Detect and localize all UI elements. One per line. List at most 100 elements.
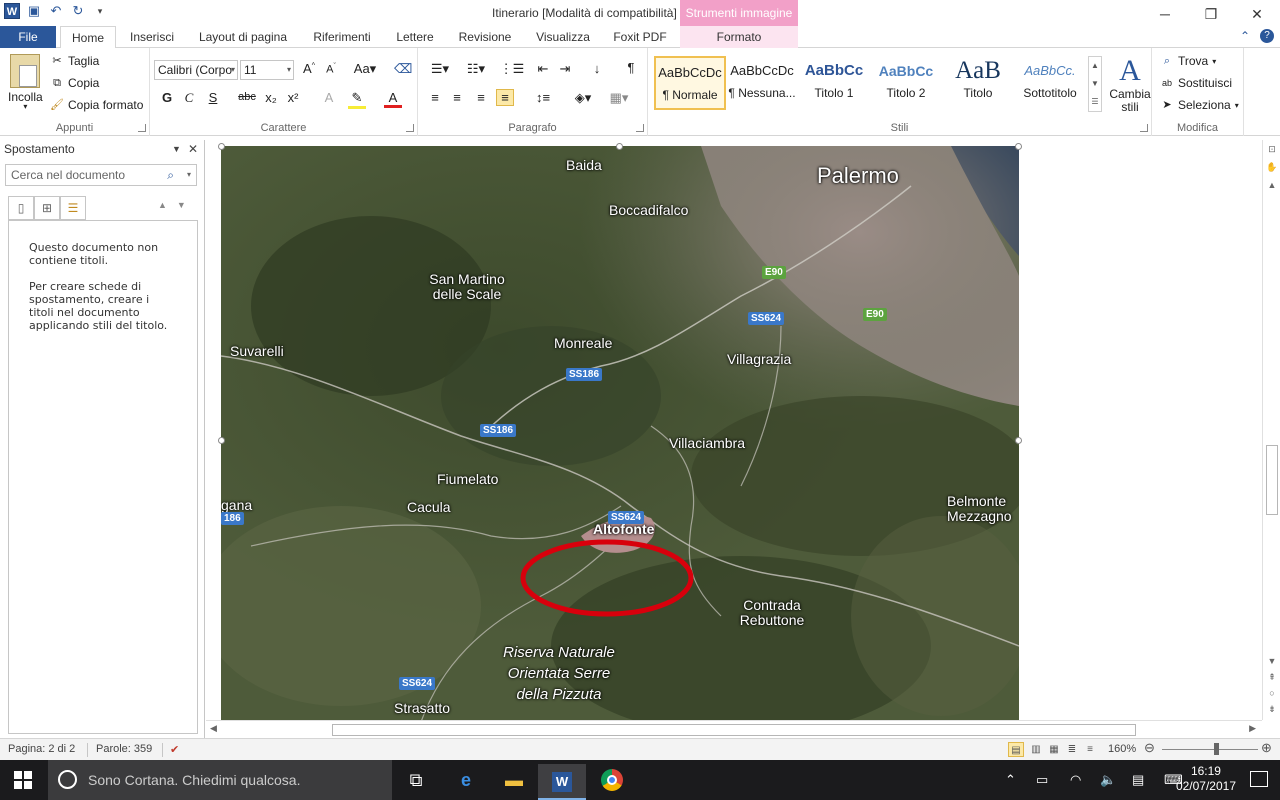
tab-file[interactable]: File [0,26,56,48]
line-spacing-icon[interactable]: ↕≡ [530,90,556,105]
tab-revisione[interactable]: Revisione [452,26,518,48]
tab-layout[interactable]: Layout di pagina [192,26,294,48]
pan-icon[interactable]: ✋ [1265,162,1279,173]
print-layout-icon[interactable]: ▤ [1008,742,1024,757]
browse-object-icon[interactable]: ○ [1265,688,1279,698]
shrink-font-icon[interactable]: Aˇ [322,63,340,76]
paste-button[interactable]: Incolla ▾ [8,54,43,111]
style-normal[interactable]: AaBbCcDc ¶ Normale [654,56,726,110]
strikethrough-button[interactable]: abc [236,91,258,103]
zoom-level[interactable]: 160% [1108,743,1136,755]
clipboard-launcher-icon[interactable] [138,124,146,132]
chrome-icon[interactable] [588,764,636,800]
highlight-icon[interactable]: ✎ [348,90,366,109]
tab-foxit[interactable]: Foxit PDF [608,26,672,48]
style-title[interactable]: AaB Titolo [942,56,1014,110]
wifi-icon[interactable]: ◠ [1070,772,1081,788]
bullets-icon[interactable]: ☰▾ [426,61,454,77]
collapse-ribbon-icon[interactable]: ⌃ [1240,29,1250,43]
outline-icon[interactable]: ≣ [1064,742,1080,757]
resize-handle[interactable] [1015,437,1022,444]
zoom-out-icon[interactable]: ⊖ [1144,740,1155,756]
volume-icon[interactable]: 🔈 [1100,772,1116,788]
task-view-icon[interactable]: ⧉ [392,764,440,800]
edge-icon[interactable]: e [442,764,490,800]
increase-indent-icon[interactable]: ⇥ [556,61,574,77]
resize-handle[interactable] [1015,143,1022,150]
minimize-button[interactable]: ─ [1142,0,1188,28]
underline-button[interactable]: S [204,90,222,105]
align-right-icon[interactable]: ≡ [472,90,490,105]
numbering-icon[interactable]: ☷▾ [462,61,490,77]
clear-format-icon[interactable]: ⌫ [394,61,412,77]
search-icon[interactable]: ⌕ [167,165,174,185]
grow-font-icon[interactable]: A^ [300,61,318,76]
scroll-up-icon[interactable]: ▲ [1265,180,1279,190]
sort-icon[interactable]: ↓ [588,61,606,76]
tab-home[interactable]: Home [60,26,116,49]
select-button[interactable]: ➤ Seleziona ▾ [1160,98,1238,112]
tab-pages[interactable]: ⊞ [34,196,60,220]
nav-search-input[interactable]: Cerca nel documento ⌕ ▾ [5,164,197,186]
next-heading-icon[interactable]: ▼ [177,200,186,210]
file-explorer-icon[interactable]: ▬ [490,764,538,800]
tab-lettere[interactable]: Lettere [390,26,440,48]
style-heading-2[interactable]: AaBbCc Titolo 2 [870,56,942,110]
decrease-indent-icon[interactable]: ⇤ [534,61,552,77]
shading-icon[interactable]: ◈▾ [570,90,596,106]
zoom-in-icon[interactable]: ⊕ [1261,740,1272,756]
justify-icon[interactable]: ≡ [496,89,514,106]
copy-button[interactable]: ⧉ Copia [50,76,99,90]
change-styles-button[interactable]: A Cambia stili [1108,54,1152,114]
zoom-slider-thumb[interactable] [1214,743,1219,755]
tab-formato[interactable]: Formato [680,26,798,48]
draft-icon[interactable]: ≡ [1082,742,1098,757]
resize-handle[interactable] [616,143,623,150]
subscript-button[interactable]: x₂ [262,90,280,105]
style-heading-1[interactable]: AaBbCc Titolo 1 [798,56,870,110]
align-center-icon[interactable]: ≡ [448,90,466,105]
horizontal-scroll-thumb[interactable] [332,724,1136,736]
zoom-slider[interactable] [1162,749,1258,750]
font-size-combo[interactable]: 11 ▾ [240,60,294,80]
close-button[interactable]: ✕ [1234,0,1280,28]
notifications-icon[interactable] [1250,771,1268,787]
scroll-left-icon[interactable]: ◀ [210,723,217,734]
styles-launcher-icon[interactable] [1140,124,1148,132]
word-taskbar-icon[interactable]: W [538,764,586,800]
font-launcher-icon[interactable] [406,124,414,132]
proofing-icon[interactable]: ✔ [170,743,179,756]
web-layout-icon[interactable]: ▦ [1046,742,1062,757]
style-no-spacing[interactable]: AaBbCcDc ¶ Nessuna... [726,56,798,110]
bold-button[interactable]: G [158,90,176,105]
action-center-message-icon[interactable]: ▤ [1132,772,1144,788]
system-clock[interactable]: 16:19 02/07/2017 [1176,764,1236,794]
cortana-search-box[interactable]: Sono Cortana. Chiedimi qualcosa. [48,760,392,800]
change-case-icon[interactable]: Aa▾ [352,61,378,77]
restore-button[interactable]: ❐ [1188,0,1234,28]
document-area[interactable]: Palermo Baida Boccadifalco San Martino d… [206,140,1262,720]
resize-handle[interactable] [218,437,225,444]
vertical-scroll-thumb[interactable] [1266,445,1278,515]
scroll-right-icon[interactable]: ▶ [1249,723,1256,734]
font-name-combo[interactable]: Calibri (Corpo ▾ [154,60,238,80]
windows-start-icon[interactable] [14,771,32,789]
styles-gallery-scroll[interactable]: ▲ ▼ ☰ [1088,56,1102,112]
search-options-icon[interactable]: ▾ [187,165,191,185]
format-painter-button[interactable]: 🖌 Copia formato [50,98,143,112]
align-left-icon[interactable]: ≡ [426,90,444,105]
resize-handle[interactable] [218,143,225,150]
scroll-down-icon[interactable]: ▼ [1265,656,1279,666]
superscript-button[interactable]: x² [284,90,302,105]
text-effects-icon[interactable]: A [320,90,338,105]
previous-heading-icon[interactable]: ▲ [158,200,167,210]
horizontal-scrollbar[interactable]: ◀ ▶ [206,720,1262,738]
paragraph-launcher-icon[interactable] [636,124,644,132]
tab-riferimenti[interactable]: Riferimenti [306,26,378,48]
tab-inserisci[interactable]: Inserisci [124,26,180,48]
map-image[interactable]: Palermo Baida Boccadifalco San Martino d… [221,146,1019,720]
show-hidden-icons[interactable]: ⌃ [1005,772,1016,788]
show-marks-icon[interactable]: ¶ [622,60,640,75]
tab-results[interactable]: ☰ [60,196,86,220]
help-icon[interactable]: ? [1260,29,1274,43]
